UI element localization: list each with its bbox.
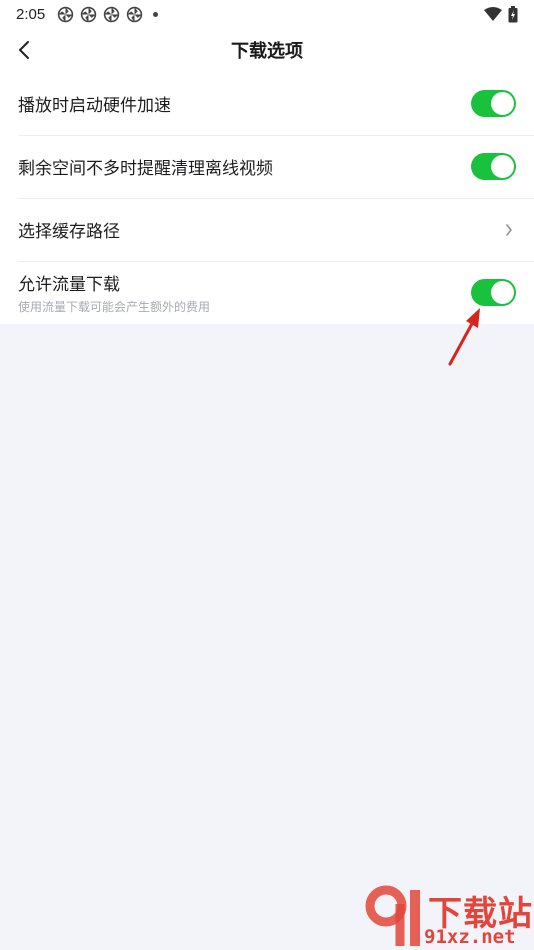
chevron-right-icon [506, 224, 512, 236]
setting-label: 剩余空间不多时提醒清理离线视频 [18, 159, 273, 179]
settings-list: 播放时启动硬件加速 剩余空间不多时提醒清理离线视频 选择缓存路径 允许流量下载 [0, 72, 534, 324]
annotation-arrow-icon [448, 308, 480, 366]
setting-label: 允许流量下载 [18, 275, 120, 295]
page-title: 下载选项 [231, 41, 303, 62]
setting-cache-path[interactable]: 选择缓存路径 [0, 198, 534, 261]
toggle-knob [491, 92, 514, 115]
wifi-icon [484, 7, 502, 21]
setting-low-space-reminder[interactable]: 剩余空间不多时提醒清理离线视频 [0, 135, 534, 198]
back-button[interactable] [8, 34, 40, 66]
low-space-reminder-toggle[interactable] [471, 153, 516, 180]
hardware-acceleration-toggle[interactable] [471, 90, 516, 117]
row-text: 剩余空间不多时提醒清理离线视频 [18, 154, 273, 179]
watermark: 下载站 91xz.net [360, 884, 534, 950]
status-right [484, 5, 518, 23]
pinwheel-icon [127, 6, 143, 22]
app-header: 下载选项 [0, 28, 534, 72]
toggle-knob [491, 155, 514, 178]
setting-hardware-acceleration[interactable]: 播放时启动硬件加速 [0, 72, 534, 135]
pinwheel-icon [104, 6, 120, 22]
screen: 2:05 下载选项 播放时启动硬件加速 剩余空间不多时提醒清理离线视频 选择缓存… [0, 0, 534, 950]
battery-icon [508, 5, 518, 22]
toggle-knob [491, 281, 514, 304]
row-text: 选择缓存路径 [18, 217, 120, 242]
pinwheel-icon [81, 6, 97, 22]
row-text: 允许流量下载 使用流量下载可能会产生额外的费用 [18, 270, 210, 315]
setting-label: 播放时启动硬件加速 [18, 96, 171, 116]
setting-sublabel: 使用流量下载可能会产生额外的费用 [18, 300, 211, 314]
cellular-download-toggle[interactable] [471, 279, 516, 306]
setting-label: 选择缓存路径 [18, 222, 120, 242]
status-bar: 2:05 [0, 0, 534, 28]
chevron-left-icon [19, 41, 29, 59]
watermark-logo-icon [365, 885, 420, 946]
status-time: 2:05 [16, 5, 46, 23]
more-notifications-dot-icon [153, 11, 159, 17]
row-text: 播放时启动硬件加速 [18, 91, 171, 116]
pinwheel-icon [58, 6, 74, 22]
notification-icons [57, 6, 159, 23]
watermark-url: 91xz.net [424, 926, 516, 948]
